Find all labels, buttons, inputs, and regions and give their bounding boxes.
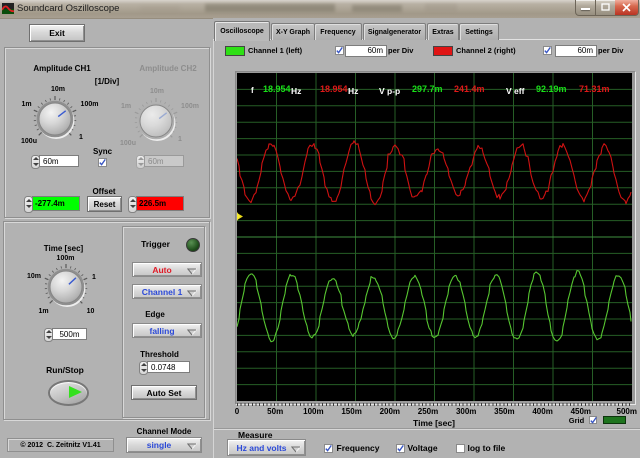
svg-text:92.19m: 92.19m	[536, 84, 567, 94]
svg-text:V p-p: V p-p	[379, 86, 400, 96]
svg-text:Hz: Hz	[348, 86, 358, 96]
svg-text:V eff: V eff	[506, 86, 525, 96]
svg-text:Hz: Hz	[291, 86, 301, 96]
svg-text:241.4m: 241.4m	[454, 84, 485, 94]
svg-text:18.954: 18.954	[263, 84, 291, 94]
svg-text:f: f	[251, 86, 254, 95]
svg-text:71.31m: 71.31m	[579, 84, 610, 94]
svg-text:18.954: 18.954	[320, 84, 348, 94]
svg-text:297.7m: 297.7m	[412, 84, 443, 94]
